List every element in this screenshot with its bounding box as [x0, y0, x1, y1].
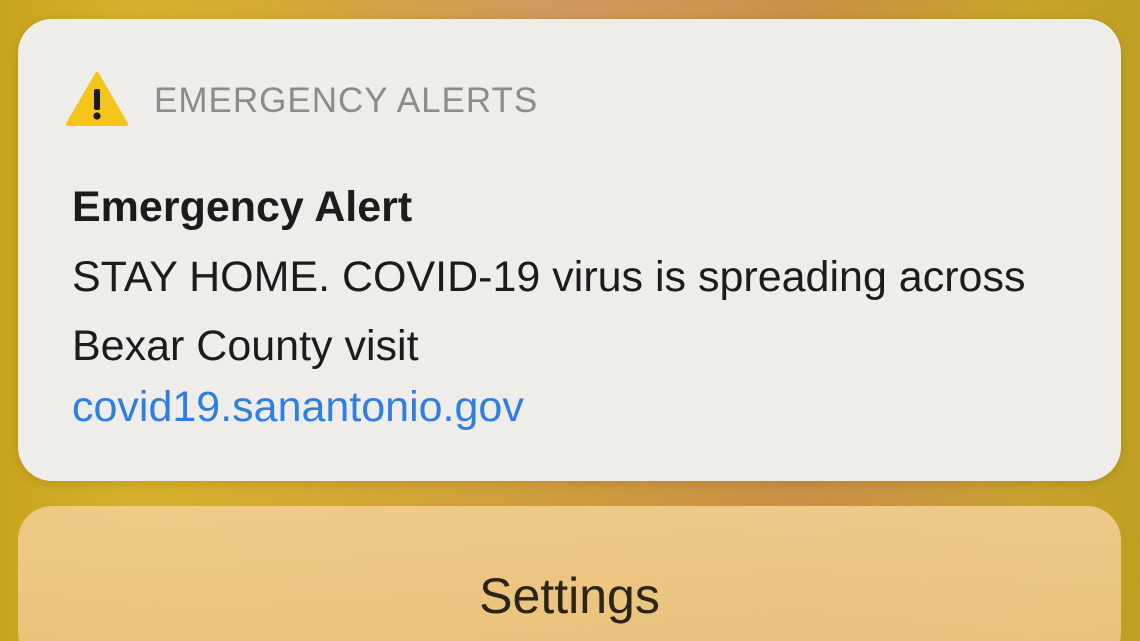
alert-body: STAY HOME. COVID-19 virus is spreading a… [72, 253, 1026, 370]
emergency-alert-notification[interactable]: EMERGENCY ALERTS Emergency Alert STAY HO… [18, 19, 1121, 481]
alert-link[interactable]: covid19.sanantonio.gov [72, 381, 524, 433]
settings-label: Settings [479, 568, 660, 624]
app-name: EMERGENCY ALERTS [154, 81, 539, 120]
alert-title: Emergency Alert [72, 183, 413, 231]
warning-triangle-icon [66, 71, 128, 127]
settings-button[interactable]: Settings [18, 506, 1121, 641]
